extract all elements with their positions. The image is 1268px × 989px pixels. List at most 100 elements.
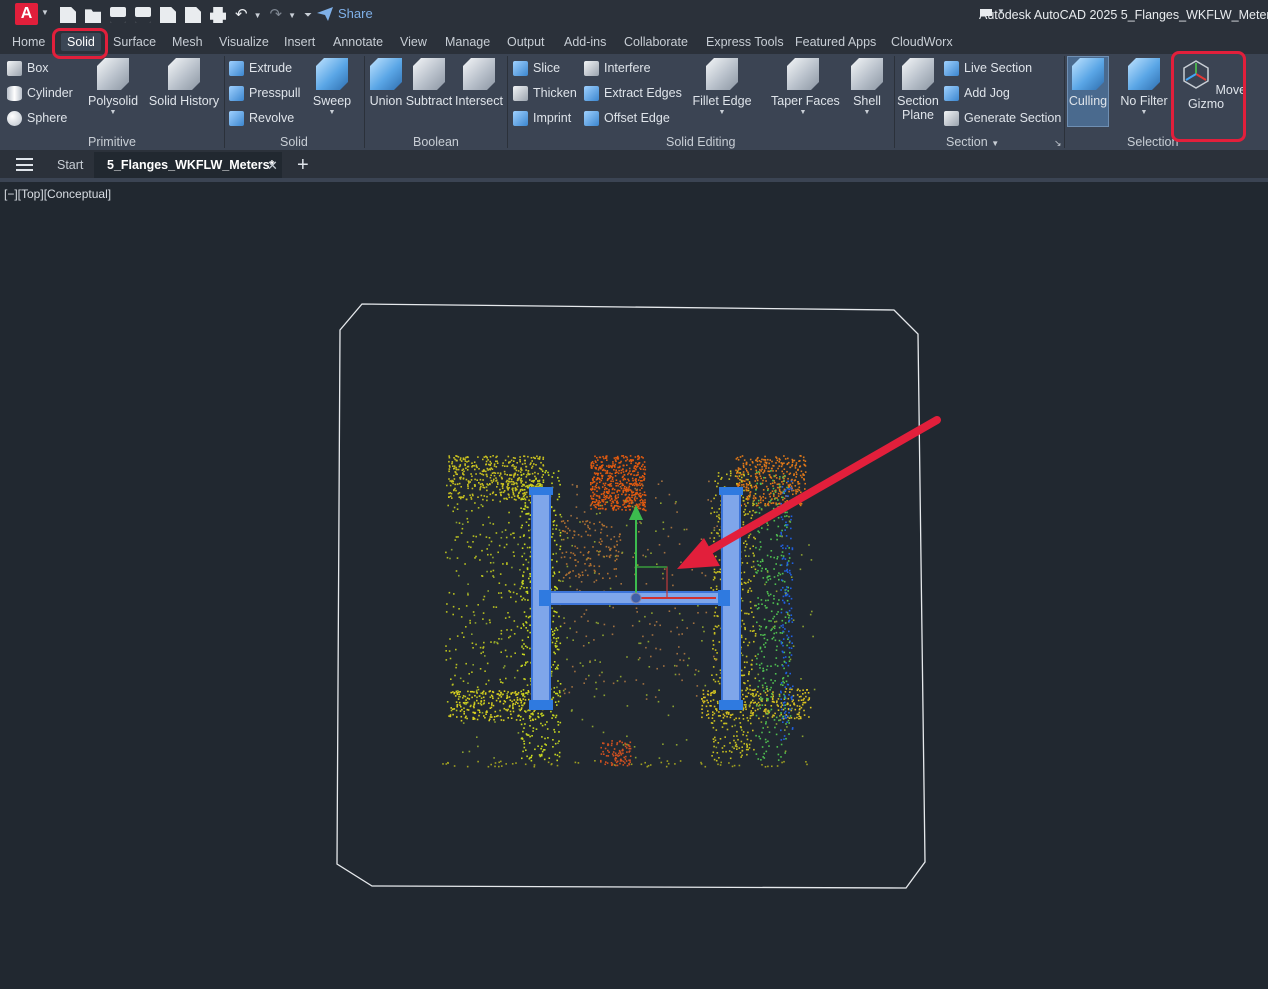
interfere-label: Interfere xyxy=(604,61,651,75)
revolve-button[interactable]: Revolve xyxy=(229,107,294,129)
autocad-logo[interactable]: A xyxy=(15,3,38,25)
union-label: Union xyxy=(369,94,403,108)
extract-edges-button[interactable]: Extract Edges xyxy=(584,82,682,104)
panel-divider xyxy=(1064,56,1065,148)
save-as-icon[interactable] xyxy=(135,7,151,23)
plot-icon[interactable] xyxy=(210,7,226,23)
solid-history-icon xyxy=(168,58,200,90)
open-file-icon[interactable] xyxy=(85,9,101,23)
culling-button[interactable]: Culling xyxy=(1067,58,1109,108)
live-section-button[interactable]: Live Section xyxy=(944,57,1032,79)
start-tab[interactable]: Start xyxy=(57,158,83,172)
save-icon[interactable] xyxy=(110,7,126,23)
shell-button[interactable]: Shell ▼ xyxy=(849,58,885,116)
fillet-edge-button[interactable]: Fillet Edge ▼ xyxy=(692,58,752,116)
extract-edges-label: Extract Edges xyxy=(604,86,682,100)
redo-icon[interactable]: ↷ xyxy=(270,7,283,23)
no-filter-caret-icon: ▼ xyxy=(1140,109,1148,116)
slice-label: Slice xyxy=(533,61,561,75)
tab-featured-apps[interactable]: Featured Apps xyxy=(795,35,876,49)
add-jog-icon xyxy=(944,85,959,101)
tab-manage[interactable]: Manage xyxy=(445,35,490,49)
file-tab-label[interactable]: 5_Flanges_WKFLW_Meters* xyxy=(107,158,274,172)
tab-cloudworx[interactable]: CloudWorx xyxy=(891,35,953,49)
extrude-label: Extrude xyxy=(249,61,293,75)
tab-output[interactable]: Output xyxy=(507,35,545,49)
slice-icon xyxy=(513,60,528,76)
extract-edges-icon xyxy=(584,85,599,101)
menu-icon[interactable] xyxy=(16,158,33,171)
tab-insert[interactable]: Insert xyxy=(284,35,315,49)
taper-faces-button[interactable]: Taper Faces ▼ xyxy=(771,58,840,116)
undo-caret-icon[interactable]: ▼ xyxy=(254,11,262,20)
close-tab-icon[interactable]: ✕ xyxy=(267,158,278,174)
live-section-icon xyxy=(944,60,959,76)
undo-icon[interactable]: ↶ xyxy=(235,7,248,23)
slice-button[interactable]: Slice xyxy=(513,57,560,79)
tab-view[interactable]: View xyxy=(400,35,427,49)
polysolid-button[interactable]: Polysolid ▼ xyxy=(88,58,138,116)
new-tab-icon[interactable]: + xyxy=(297,154,309,177)
extrude-button[interactable]: Extrude xyxy=(229,57,292,79)
viewport-controls[interactable]: [−][Top][Conceptual] xyxy=(4,187,111,201)
presspull-button[interactable]: Presspull xyxy=(229,82,300,104)
thicken-icon xyxy=(513,85,528,101)
tab-collaborate[interactable]: Collaborate xyxy=(624,35,688,49)
customize-qat-icon[interactable]: ⏷ xyxy=(304,10,312,21)
fillet-edge-label: Fillet Edge xyxy=(692,94,752,108)
workspace-icon[interactable] xyxy=(980,9,992,16)
subtract-button[interactable]: Subtract xyxy=(405,58,453,108)
share-button[interactable]: Share xyxy=(317,6,373,21)
thicken-button[interactable]: Thicken xyxy=(513,82,577,104)
generate-section-button[interactable]: Generate Section xyxy=(944,107,1061,129)
tab-home[interactable]: Home xyxy=(12,35,45,49)
union-button[interactable]: Union xyxy=(368,58,404,108)
presspull-icon xyxy=(229,85,244,101)
tab-express-tools[interactable]: Express Tools xyxy=(706,35,784,49)
solid-editing-panel-label: Solid Editing xyxy=(666,135,736,149)
sweep-caret-icon: ▼ xyxy=(328,109,336,116)
window-title: Autodesk AutoCAD 2025 5_Flanges_WKFLW_Me… xyxy=(979,8,1268,22)
sweep-button[interactable]: Sweep ▼ xyxy=(310,58,354,116)
revolve-icon xyxy=(229,110,244,126)
solid-history-button[interactable]: Solid History xyxy=(148,58,220,108)
move-gizmo-highlight xyxy=(1171,51,1246,142)
export-icon[interactable] xyxy=(160,7,176,23)
section-caret-icon: ▼ xyxy=(991,139,1000,148)
intersect-icon xyxy=(463,58,495,90)
shell-caret-icon: ▼ xyxy=(863,109,871,116)
tab-visualize[interactable]: Visualize xyxy=(219,35,269,49)
section-panel-label[interactable]: Section ▼ xyxy=(946,135,999,149)
cylinder-button[interactable]: Cylinder xyxy=(7,82,73,104)
app-menu-caret-icon[interactable]: ▼ xyxy=(41,8,49,17)
box-button[interactable]: Box xyxy=(7,57,49,79)
offset-edge-icon xyxy=(584,110,599,126)
new-file-icon[interactable] xyxy=(60,7,76,23)
box-icon xyxy=(7,60,22,76)
section-plane-button[interactable]: Section Plane xyxy=(896,58,940,122)
sphere-label: Sphere xyxy=(27,111,68,125)
extrude-icon xyxy=(229,60,244,76)
taper-faces-label: Taper Faces xyxy=(771,94,840,108)
sweep-icon xyxy=(316,58,348,90)
sphere-button[interactable]: Sphere xyxy=(7,107,67,129)
section-dialog-launcher-icon[interactable]: ↘ xyxy=(1054,138,1062,149)
fillet-edge-caret-icon: ▼ xyxy=(718,109,726,116)
taper-faces-icon xyxy=(787,58,819,90)
imprint-button[interactable]: Imprint xyxy=(513,107,571,129)
tab-annotate[interactable]: Annotate xyxy=(333,35,383,49)
tab-add-ins[interactable]: Add-ins xyxy=(564,35,606,49)
section-plane-label-2: Plane xyxy=(902,108,934,122)
interfere-button[interactable]: Interfere xyxy=(584,57,651,79)
intersect-button[interactable]: Intersect xyxy=(455,58,503,108)
no-filter-button[interactable]: No Filter ▼ xyxy=(1118,58,1170,116)
redo-caret-icon[interactable]: ▼ xyxy=(288,11,296,20)
tab-surface[interactable]: Surface xyxy=(113,35,156,49)
imprint-icon xyxy=(513,110,528,126)
tab-mesh[interactable]: Mesh xyxy=(172,35,203,49)
publish-icon[interactable] xyxy=(185,7,201,23)
culling-icon xyxy=(1072,58,1104,90)
offset-edge-button[interactable]: Offset Edge xyxy=(584,107,670,129)
workspace-caret-icon[interactable]: ▼ xyxy=(997,7,1005,16)
add-jog-button[interactable]: Add Jog xyxy=(944,82,1010,104)
